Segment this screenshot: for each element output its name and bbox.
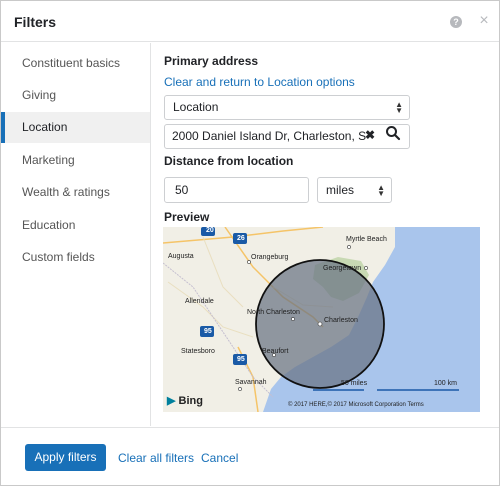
bing-logo-icon: ▶ Bing	[167, 395, 203, 407]
map-label-charleston: Charleston	[324, 317, 358, 324]
sidebar-item-education[interactable]: Education	[1, 210, 150, 241]
location-type-select[interactable]: Location ▲ ▼	[164, 95, 410, 120]
map-scale-km: 100 km	[434, 380, 457, 387]
clear-return-link[interactable]: Clear and return to Location options	[164, 75, 355, 89]
highway-shield-95-north: 95	[204, 328, 212, 335]
map-label-statesboro: Statesboro	[181, 348, 215, 355]
search-icon[interactable]	[385, 125, 401, 141]
dialog-header: Filters ? ×	[1, 1, 499, 42]
map-label-allendale: Allendale	[185, 298, 214, 305]
map-label-beaufort: Beaufort	[262, 348, 289, 355]
filter-category-sidebar: Constituent basics Giving Location Marke…	[1, 43, 151, 426]
sidebar-item-giving[interactable]: Giving	[1, 80, 150, 111]
distance-input-value: 50	[175, 183, 189, 197]
highway-shield-95-south: 95	[237, 356, 245, 363]
map-terms-link[interactable]: Terms	[407, 402, 423, 408]
sidebar-item-location[interactable]: Location	[1, 112, 150, 143]
close-icon[interactable]: ×	[478, 13, 490, 29]
chevron-updown-icon: ▲ ▼	[377, 183, 385, 198]
clear-icon[interactable]: ✖	[365, 128, 375, 142]
distance-unit-select-value: miles	[326, 183, 355, 197]
apply-filters-button[interactable]: Apply filters	[25, 444, 106, 471]
distance-input[interactable]: 50	[164, 177, 309, 203]
map-label-north-charleston: North Charleston	[247, 309, 300, 316]
chevron-updown-icon: ▲ ▼	[395, 100, 403, 115]
address-input-value: 2000 Daniel Island Dr, Charleston, S	[172, 129, 367, 143]
location-type-select-value: Location	[173, 100, 219, 114]
filters-dialog: Filters ? × Constituent basics Giving Lo…	[0, 0, 500, 486]
clear-all-filters-link[interactable]: Clear all filters	[118, 451, 194, 465]
distance-heading: Distance from location	[164, 154, 294, 168]
distance-unit-select[interactable]: miles ▲ ▼	[317, 177, 392, 203]
preview-heading: Preview	[164, 210, 210, 224]
dialog-footer: Apply filters Clear all filters Cancel	[1, 427, 499, 485]
sidebar-item-wealth-ratings[interactable]: Wealth & ratings	[1, 177, 150, 208]
cancel-link[interactable]: Cancel	[201, 451, 238, 465]
sidebar-item-constituent-basics[interactable]: Constituent basics	[1, 48, 150, 79]
primary-address-heading: Primary address	[164, 54, 259, 68]
map-canvas	[163, 227, 480, 412]
map-scale-miles: 50 miles	[341, 380, 368, 387]
sidebar-item-marketing[interactable]: Marketing	[1, 145, 150, 176]
highway-shield-26: 26	[237, 235, 245, 242]
map-label-savannah: Savannah	[235, 379, 267, 386]
sidebar-item-custom-fields[interactable]: Custom fields	[1, 242, 150, 273]
highway-shield-20: 20	[206, 227, 214, 234]
map-label-augusta: Augusta	[168, 253, 194, 260]
map-copyright: © 2017 HERE,© 2017 Microsoft Corporation…	[288, 402, 424, 408]
map-label-myrtle-beach: Myrtle Beach	[346, 236, 387, 243]
map-label-orangeburg: Orangeburg	[251, 254, 289, 261]
dialog-title: Filters	[14, 14, 57, 30]
map-label-georgetown: Georgetown	[323, 265, 362, 272]
help-icon[interactable]: ?	[450, 16, 462, 28]
preview-map[interactable]: 20 26 95 95 Myrtle Beach Augusta Orangeb…	[163, 227, 480, 412]
